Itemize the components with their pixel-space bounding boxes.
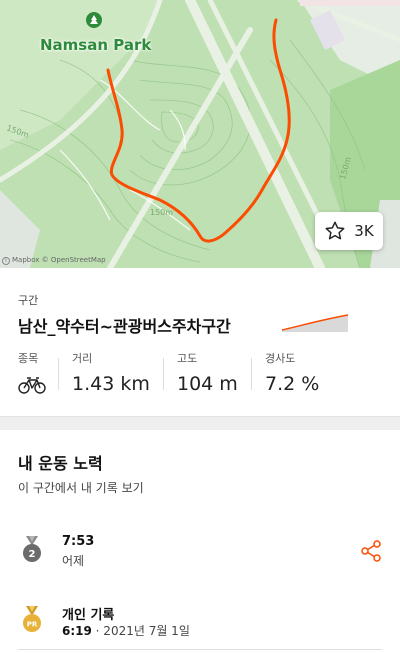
effort-date: · 2021년 7월 1일 <box>91 624 190 638</box>
map-attribution[interactable]: i Mapbox © OpenStreetMap <box>2 256 106 265</box>
stat-value: 1.43 km <box>72 373 150 395</box>
stat-value: 7.2 % <box>265 373 320 395</box>
segment-stats: 종목 거리 1.43 km 고도 104 m 경사도 7.2 % <box>0 350 400 400</box>
effort-label: 개인 기록 <box>62 608 115 623</box>
elevation-profile-icon <box>281 314 349 332</box>
segment-name: 남산_약수터~관광버스주차구간 <box>18 317 231 336</box>
stat-sport: 종목 <box>18 350 46 400</box>
share-icon[interactable] <box>360 540 382 562</box>
stat-divider <box>58 358 59 390</box>
segment-caption: 구간 <box>18 294 39 307</box>
effort-row-pr[interactable]: PR 개인 기록 6:19 · 2021년 7월 1일 <box>0 604 400 644</box>
stat-divider <box>251 358 252 390</box>
stat-label: 경사도 <box>265 352 296 365</box>
effort-time: 7:53 <box>62 534 95 549</box>
favorite-button[interactable]: 3K <box>315 212 383 250</box>
effort-detail: 6:19 · 2021년 7월 1일 <box>62 622 190 639</box>
row-divider <box>18 649 382 650</box>
park-marker-icon <box>86 12 102 28</box>
svg-text:2: 2 <box>29 549 36 560</box>
effort-time: 6:19 <box>62 624 92 638</box>
section-title: 내 운동 노력 <box>18 454 103 473</box>
contour-label: 150m <box>150 208 173 217</box>
stat-distance: 거리 1.43 km <box>72 350 150 400</box>
section-separator <box>0 416 400 430</box>
park-label: Namsan Park <box>40 36 152 54</box>
effort-date: 어제 <box>62 554 85 568</box>
stat-value: 104 m <box>177 373 238 395</box>
stat-label: 고도 <box>177 352 198 365</box>
section-subtitle: 이 구간에서 내 기록 보기 <box>18 481 144 495</box>
bicycle-icon <box>18 377 46 394</box>
stat-elevation: 고도 104 m <box>177 350 238 400</box>
my-efforts-section: 내 운동 노력 이 구간에서 내 기록 보기 2 7:53 어제 PR 개인 기… <box>0 430 400 653</box>
silver-medal-icon: 2 <box>23 536 41 562</box>
stat-label: 거리 <box>72 352 93 365</box>
effort-row[interactable]: 2 7:53 어제 <box>0 534 400 578</box>
favorite-count: 3K <box>354 222 374 240</box>
segment-map[interactable]: 150m 150m 150m Namsan Park 3K i Mapbox © … <box>0 0 400 268</box>
star-icon <box>325 221 345 240</box>
stat-grade: 경사도 7.2 % <box>265 350 319 400</box>
stat-divider <box>163 358 164 390</box>
stat-label: 종목 <box>18 352 39 365</box>
info-icon[interactable]: i <box>2 257 10 265</box>
svg-text:PR: PR <box>27 621 38 629</box>
segment-info: 구간 남산_약수터~관광버스주차구간 종목 거리 1.43 km 고도 104 … <box>0 268 400 416</box>
gold-pr-medal-icon: PR <box>23 606 41 632</box>
